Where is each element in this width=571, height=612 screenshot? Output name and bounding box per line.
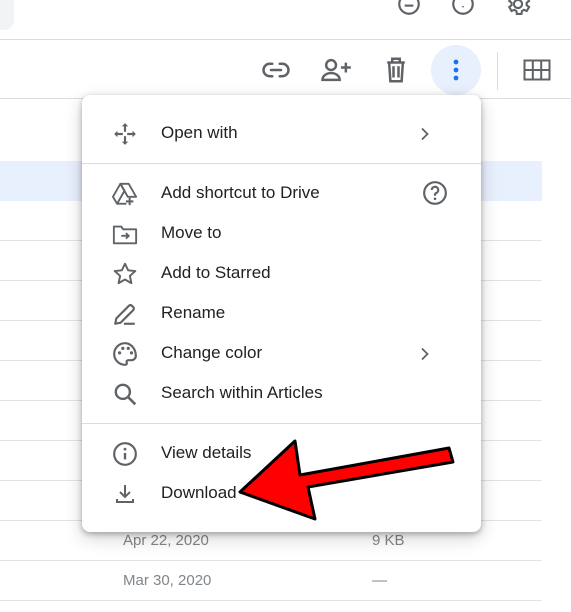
menu-item-download[interactable]: Download — [82, 473, 481, 513]
open-with-icon — [112, 121, 138, 147]
palette-icon — [112, 341, 138, 367]
download-icon — [112, 481, 138, 507]
modified-date: Mar 30, 2020 — [123, 572, 212, 589]
menu-item-change-color[interactable]: Change color — [82, 333, 481, 373]
menu-item-label: Open with — [161, 123, 238, 142]
menu-divider — [82, 163, 481, 164]
more-vert-icon — [452, 58, 460, 82]
drive-shortcut-icon — [112, 181, 138, 207]
grid-view-icon[interactable] — [521, 55, 553, 85]
menu-item-label: Add to Starred — [161, 263, 271, 282]
menu-item-add-starred[interactable]: Add to Starred — [82, 253, 481, 293]
menu-item-add-shortcut[interactable]: Add shortcut to Drive — [82, 173, 481, 213]
menu-item-label: Add shortcut to Drive — [161, 183, 320, 202]
pencil-icon — [112, 301, 138, 327]
file-size: 9 KB — [372, 532, 405, 549]
settings-icon[interactable] — [504, 0, 532, 18]
menu-item-label: Rename — [161, 303, 226, 322]
search-bar-edge[interactable] — [0, 0, 14, 30]
move-to-folder-icon — [112, 221, 138, 247]
menu-item-label: Change color — [161, 343, 263, 362]
support-icon[interactable] — [395, 0, 423, 18]
search-icon — [112, 381, 138, 407]
table-row[interactable]: Mar 30, 2020 — — [0, 561, 542, 601]
menu-item-search-within[interactable]: Search within Articles — [82, 373, 481, 413]
menu-divider — [82, 423, 481, 424]
menu-item-label: Download — [161, 483, 237, 502]
help-icon[interactable] — [422, 180, 448, 206]
star-icon — [112, 261, 138, 287]
menu-item-label: Move to — [161, 223, 222, 242]
menu-item-rename[interactable]: Rename — [82, 293, 481, 333]
menu-item-label: View details — [161, 443, 252, 462]
share-icon[interactable] — [318, 53, 354, 87]
chevron-right-icon — [413, 122, 437, 146]
context-menu: Open with Add shortcut to Drive Move to … — [82, 95, 481, 532]
link-icon[interactable] — [259, 53, 293, 87]
trash-icon[interactable] — [380, 53, 412, 87]
header-divider — [0, 39, 571, 40]
menu-item-view-details[interactable]: View details — [82, 433, 481, 473]
menu-item-label: Search within Articles — [161, 383, 323, 402]
modified-date: Apr 22, 2020 — [123, 532, 209, 549]
file-size: — — [372, 572, 387, 589]
info-icon — [112, 441, 138, 467]
toolbar-separator — [497, 52, 498, 90]
menu-item-move-to[interactable]: Move to — [82, 213, 481, 253]
chevron-right-icon — [413, 342, 437, 366]
help-icon[interactable] — [449, 0, 477, 18]
more-actions-button[interactable] — [431, 45, 481, 95]
menu-item-open-with[interactable]: Open with — [82, 113, 481, 153]
